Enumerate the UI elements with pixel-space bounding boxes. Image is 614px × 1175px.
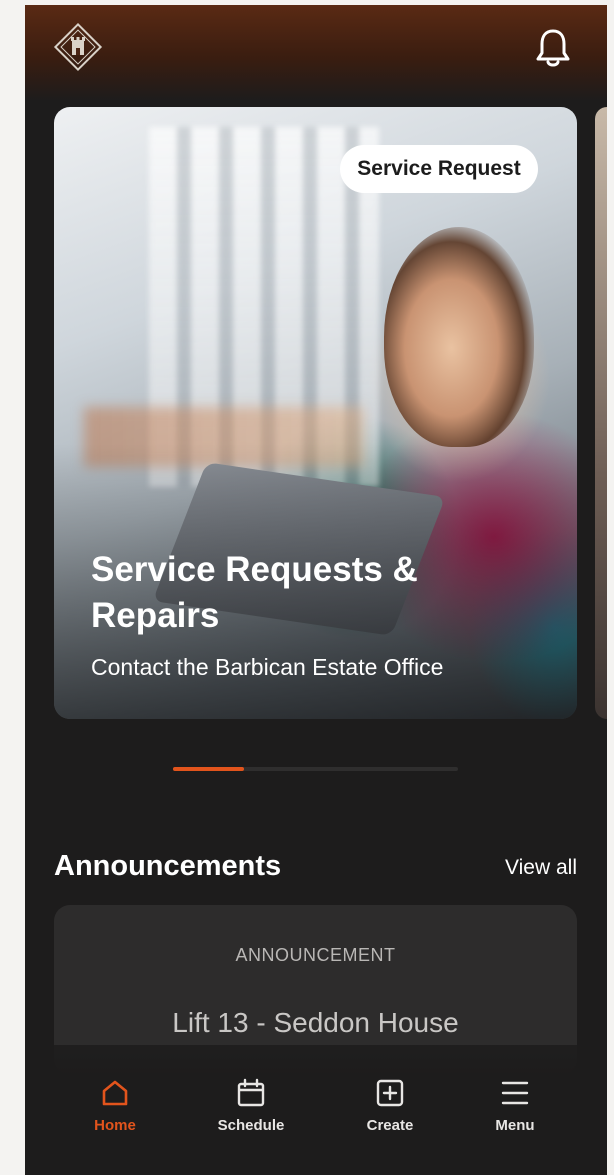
announcements-heading: Announcements <box>54 850 282 882</box>
plus-square-icon <box>376 1079 404 1107</box>
announcement-label: ANNOUNCEMENT <box>235 945 396 965</box>
bottom-tab-bar: Home Schedule Create Menu <box>25 1045 607 1175</box>
menu-icon <box>501 1081 529 1105</box>
hero-title: Service Requests & Repairs <box>91 550 418 635</box>
estate-crest-icon[interactable] <box>53 22 103 72</box>
tab-menu-label: Menu <box>495 1117 535 1134</box>
view-all-link[interactable]: View all <box>485 856 577 880</box>
tab-home[interactable]: Home <box>65 1077 165 1147</box>
home-icon <box>102 1080 128 1106</box>
tab-home-label: Home <box>94 1117 136 1134</box>
calendar-icon <box>237 1078 265 1107</box>
tab-create-label: Create <box>366 1117 414 1134</box>
tab-schedule-label: Schedule <box>217 1117 285 1134</box>
hero-subtitle: Contact the Barbican Estate Office <box>91 654 444 680</box>
app-screen: Service Request Service Requests & Repai… <box>25 5 607 1175</box>
service-request-badge[interactable]: Service Request <box>340 145 538 193</box>
hero-card-service-requests[interactable]: Service Request Service Requests & Repai… <box>54 107 577 719</box>
header <box>25 5 607 101</box>
announcement-title: Lift 13 - Seddon House <box>172 1007 459 1038</box>
tab-create[interactable]: Create <box>340 1077 440 1147</box>
tab-menu[interactable]: Menu <box>465 1077 565 1147</box>
bell-icon[interactable] <box>534 27 572 69</box>
hero-card-next-peek[interactable] <box>595 107 607 719</box>
tab-schedule[interactable]: Schedule <box>201 1077 301 1147</box>
carousel-progress <box>173 767 458 771</box>
carousel-progress-fill <box>173 767 245 771</box>
